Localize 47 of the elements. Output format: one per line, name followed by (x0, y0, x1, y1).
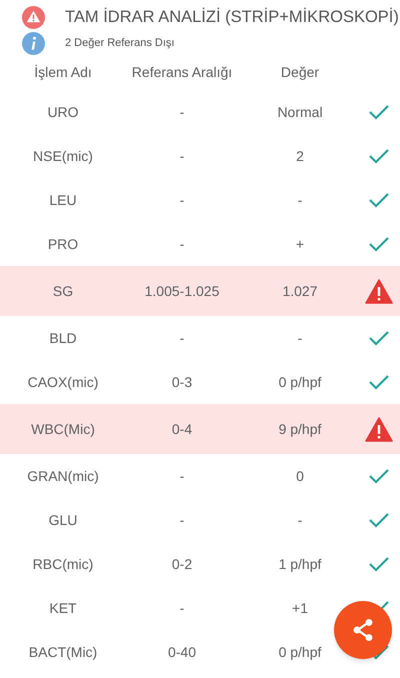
table-cell-text: 0-2 (170, 554, 194, 574)
column-header: İşlem Adı (33, 62, 93, 82)
table-cell-text: + (294, 234, 306, 254)
report-title: TAM İDRAR ANALİZİ (STRİP+MİKROSKOPİ) (65, 6, 399, 28)
table-cell-text: GRAN(mic) (26, 466, 100, 486)
table-cell-text: - (296, 510, 304, 530)
table-cell-text: 0 (295, 466, 305, 486)
table-cell-text: 2 (295, 146, 305, 166)
table-cell-text: 0 p/hpf (278, 372, 322, 392)
column-header: Referans Aralığı (130, 62, 234, 82)
table-cell-text: - (178, 146, 186, 166)
table-cell-text: PRO (46, 234, 80, 254)
table-cell-text: GLU (48, 510, 78, 530)
table-cell-text: 1.005-1.025 (144, 282, 220, 300)
table-cell-text: CAOX(mic) (26, 372, 100, 392)
table-cell-text: 1 p/hpf (278, 554, 322, 574)
table-cell-text: +1 (291, 598, 309, 618)
table-cell-text: - (178, 510, 186, 530)
table-cell-text: BACT(Mic) (28, 642, 98, 662)
table-cell-text: 0 p/hpf (278, 642, 322, 662)
table-cell-text: WBC(Mic) (30, 420, 96, 439)
table-cell-text: 0-3 (170, 372, 194, 392)
out-of-range-summary: 2 Değer Referans Dışı (65, 36, 174, 51)
table-cell-text: - (178, 598, 186, 618)
table-cell-text: - (178, 234, 186, 254)
table-cell-text: Normal (276, 102, 324, 122)
table-cell-text: 9 p/hpf (278, 420, 322, 439)
table-cell-text: - (296, 190, 304, 210)
share-button[interactable] (334, 601, 392, 659)
table-cell-text: URO (46, 102, 80, 122)
table-cell-text: RBC(mic) (32, 554, 94, 574)
table-cell-text: 1.027 (281, 282, 319, 300)
table-cell-text: LEU (48, 190, 78, 210)
table-cell-text: - (296, 328, 304, 348)
info-icon (22, 32, 45, 54)
table-cell-text: NSE(mic) (32, 146, 94, 166)
table-cell-text: 0-4 (170, 420, 194, 438)
warning-icon (22, 6, 45, 28)
column-header: Değer (280, 62, 320, 82)
table-cell-text: - (178, 102, 186, 122)
table-cell-text: - (178, 328, 186, 348)
table-cell-text: KET (48, 598, 78, 618)
table-cell-text: BLD (48, 328, 78, 348)
table-cell-text: 0-40 (166, 642, 198, 662)
table-cell-text: SG (52, 282, 74, 300)
table-cell-text: - (178, 190, 186, 210)
table-cell-text: - (178, 466, 186, 486)
